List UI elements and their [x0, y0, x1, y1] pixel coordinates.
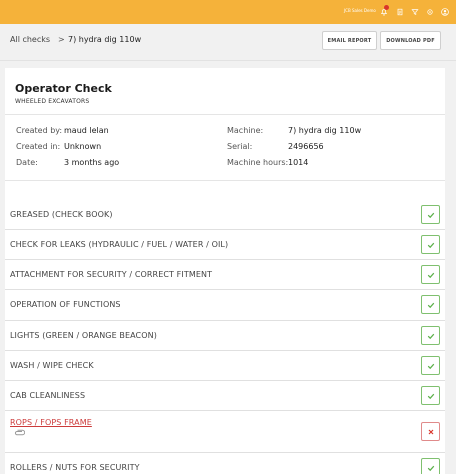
pass-check-icon — [421, 356, 440, 375]
check-item-row: ATTACHMENT FOR SECURITY / CORRECT FITMEN… — [5, 260, 445, 290]
top-bar: JCB Sales Demo — [0, 0, 456, 24]
created-in-label: Created in: — [16, 142, 61, 151]
check-item-row: LIGHTS (GREEN / ORANGE BEACON) — [5, 321, 445, 351]
pass-check-icon — [421, 235, 440, 254]
breadcrumb-separator: > — [58, 35, 65, 44]
check-subtitle: WHEELED EXCAVATORS — [15, 98, 90, 105]
pass-check-icon — [421, 386, 440, 405]
machine-label: Machine: — [227, 126, 264, 135]
check-item-label[interactable]: ROPS / FOPS FRAME — [10, 418, 92, 427]
check-item-label: OPERATION OF FUNCTIONS — [10, 300, 121, 309]
pass-check-icon — [421, 295, 440, 314]
serial-label: Serial: — [227, 142, 253, 151]
header-divider — [0, 60, 456, 61]
machine-hours-value: 1014 — [288, 158, 309, 167]
check-item-row: CHECK FOR LEAKS (HYDRAULIC / FUEL / WATE… — [5, 230, 445, 260]
serial-value: 2496656 — [288, 142, 324, 151]
pass-check-icon — [421, 265, 440, 284]
check-item-label: GREASED (CHECK BOOK) — [10, 210, 113, 219]
check-item-label: ATTACHMENT FOR SECURITY / CORRECT FITMEN… — [10, 270, 213, 279]
check-item-row: WASH / WIPE CHECK — [5, 351, 445, 381]
pass-check-icon — [421, 458, 440, 474]
notifications-icon[interactable] — [379, 5, 389, 16]
machine-hours-label: Machine hours: — [227, 158, 289, 167]
settings-icon[interactable] — [425, 7, 434, 16]
check-item-row: ROPS / FOPS FRAME — [5, 411, 445, 453]
check-card: Operator Check WHEELED EXCAVATORS Create… — [5, 68, 445, 474]
document-icon[interactable] — [395, 7, 404, 16]
notification-badge — [384, 5, 389, 10]
check-item-row: ROLLERS / NUTS FOR SECURITY — [5, 453, 445, 474]
user-name[interactable]: JCB Sales Demo — [344, 8, 376, 13]
date-value: 3 months ago — [64, 158, 120, 167]
check-item-label: CHECK FOR LEAKS (HYDRAULIC / FUEL / WATE… — [10, 240, 229, 249]
check-item-label: ROLLERS / NUTS FOR SECURITY — [10, 463, 140, 472]
check-item-row: GREASED (CHECK BOOK) — [5, 200, 445, 230]
created-in-value: Unknown — [64, 142, 102, 151]
check-header: Operator Check WHEELED EXCAVATORS — [5, 68, 445, 115]
filter-icon[interactable] — [410, 7, 419, 16]
created-by-label: Created by: — [16, 126, 63, 135]
account-icon[interactable] — [440, 7, 449, 16]
check-item-row: OPERATION OF FUNCTIONS — [5, 290, 445, 321]
email-report-button[interactable]: EMAIL REPORT — [322, 31, 377, 50]
meta-divider — [5, 180, 445, 181]
breadcrumb-current: 7) hydra dig 110w — [68, 35, 142, 44]
machine-value: 7) hydra dig 110w — [288, 126, 362, 135]
check-item-label: CAB CLEANLINESS — [10, 391, 86, 400]
check-title: Operator Check — [15, 82, 112, 95]
fail-cross-icon — [421, 422, 440, 441]
date-label: Date: — [16, 158, 38, 167]
pass-check-icon — [421, 326, 440, 345]
check-item-row: CAB CLEANLINESS — [5, 381, 445, 411]
download-pdf-button[interactable]: DOWNLOAD PDF — [380, 31, 441, 50]
check-item-label: LIGHTS (GREEN / ORANGE BEACON) — [10, 331, 157, 340]
check-item-label: WASH / WIPE CHECK — [10, 361, 94, 370]
breadcrumb-all-checks[interactable]: All checks — [10, 35, 50, 44]
pass-check-icon — [421, 205, 440, 224]
attachment-icon[interactable] — [13, 429, 25, 436]
created-by-value: maud lelan — [64, 126, 109, 135]
